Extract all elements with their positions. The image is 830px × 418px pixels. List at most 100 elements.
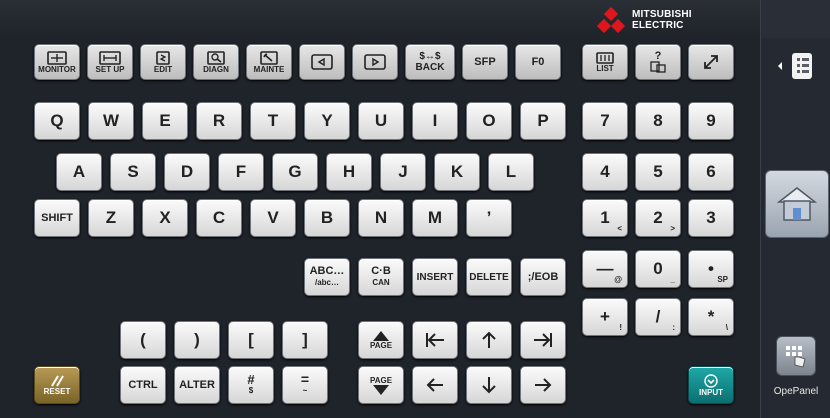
input-key[interactable]: INPUT: [688, 366, 734, 404]
diagn-label: DIAGN: [203, 64, 229, 74]
sfp-key[interactable]: SFP: [462, 44, 508, 80]
list-key[interactable]: LIST: [582, 44, 628, 80]
key-open-bracket[interactable]: [: [228, 321, 274, 359]
key-w[interactable]: W: [88, 102, 134, 140]
key-3[interactable]: 3: [688, 199, 734, 237]
window-help-key[interactable]: ?: [635, 44, 681, 80]
key-d[interactable]: D: [164, 153, 210, 191]
page-down-key[interactable]: PAGE: [358, 366, 404, 404]
side-top-strip: [761, 0, 830, 38]
list-icon: [596, 51, 614, 64]
key-6[interactable]: 6: [688, 153, 734, 191]
key-open-paren[interactable]: (: [120, 321, 166, 359]
key-z[interactable]: Z: [88, 199, 134, 237]
abc-case-key[interactable]: ABC… /abc…: [304, 258, 350, 296]
key-9[interactable]: 9: [688, 102, 734, 140]
key-close-bracket[interactable]: ]: [282, 321, 328, 359]
menu-back-key[interactable]: [299, 44, 345, 80]
alter-key[interactable]: ALTER: [174, 366, 220, 404]
key-minus[interactable]: — @: [582, 250, 628, 288]
key-plus[interactable]: + !: [582, 298, 628, 336]
key-5[interactable]: 5: [635, 153, 681, 191]
key-y[interactable]: Y: [304, 102, 350, 140]
arrow-right-bar-icon: [534, 333, 552, 347]
maintenance-icon: [260, 50, 278, 65]
key-4[interactable]: 4: [582, 153, 628, 191]
f0-key[interactable]: F0: [515, 44, 561, 80]
home-key[interactable]: [412, 321, 458, 359]
diagn-key[interactable]: DIAGN: [193, 44, 239, 80]
key-j[interactable]: J: [380, 153, 426, 191]
arrow-left-key[interactable]: [412, 366, 458, 404]
key-2-sub: >: [670, 224, 675, 233]
delete-key[interactable]: DELETE: [466, 258, 512, 296]
key-asterisk[interactable]: * \: [688, 298, 734, 336]
opepanel-button[interactable]: [776, 336, 816, 376]
key-close-paren[interactable]: ): [174, 321, 220, 359]
arrow-left-bar-icon: [426, 333, 444, 347]
mainte-key[interactable]: MAINTE: [246, 44, 292, 80]
page-up-key[interactable]: PAGE: [358, 321, 404, 359]
key-x[interactable]: X: [142, 199, 188, 237]
key-v[interactable]: V: [250, 199, 296, 237]
arrow-right-key[interactable]: [520, 366, 566, 404]
key-apostrophe[interactable]: ’: [466, 199, 512, 237]
back-key[interactable]: $↔$ BACK: [405, 44, 455, 80]
key-asterisk-sub: \: [725, 323, 728, 332]
key-8[interactable]: 8: [635, 102, 681, 140]
key-1[interactable]: 1 <: [582, 199, 628, 237]
key-k[interactable]: K: [434, 153, 480, 191]
reset-key[interactable]: RESET: [34, 366, 80, 404]
key-m[interactable]: M: [412, 199, 458, 237]
key-n[interactable]: N: [358, 199, 404, 237]
setup-icon: [99, 50, 121, 65]
insert-key[interactable]: INSERT: [412, 258, 458, 296]
key-plus-sub: !: [619, 323, 622, 332]
key-7[interactable]: 7: [582, 102, 628, 140]
key-2[interactable]: 2 >: [635, 199, 681, 237]
key-u[interactable]: U: [358, 102, 404, 140]
key-i[interactable]: I: [412, 102, 458, 140]
key-0[interactable]: 0 _: [635, 250, 681, 288]
hash-sub: $: [248, 386, 254, 395]
key-s[interactable]: S: [110, 153, 156, 191]
monitor-key[interactable]: MONITOR: [34, 44, 80, 80]
key-q[interactable]: Q: [34, 102, 80, 140]
menu-forward-key[interactable]: [352, 44, 398, 80]
key-slash-main: /: [655, 307, 661, 326]
key-b[interactable]: B: [304, 199, 350, 237]
menu-list-button[interactable]: [765, 46, 827, 86]
list-label: LIST: [596, 63, 614, 73]
key-e[interactable]: E: [142, 102, 188, 140]
equals-key[interactable]: = ~: [282, 366, 328, 404]
key-slash[interactable]: / :: [635, 298, 681, 336]
cb-can-key[interactable]: C·B CAN: [358, 258, 404, 296]
shift-key[interactable]: SHIFT: [34, 199, 80, 237]
key-a[interactable]: A: [56, 153, 102, 191]
end-key[interactable]: [520, 321, 566, 359]
ctrl-key[interactable]: CTRL: [120, 366, 166, 404]
key-h[interactable]: H: [326, 153, 372, 191]
key-t[interactable]: T: [250, 102, 296, 140]
edit-key[interactable]: EDIT: [140, 44, 186, 80]
key-o[interactable]: O: [466, 102, 512, 140]
key-g[interactable]: G: [272, 153, 318, 191]
arrow-up-key[interactable]: [466, 321, 512, 359]
key-c[interactable]: C: [196, 199, 242, 237]
home-button[interactable]: [765, 170, 829, 238]
eob-key[interactable]: ;/EOB: [520, 258, 566, 296]
expand-arrow-icon: [704, 55, 718, 69]
page-up-label: PAGE: [369, 340, 393, 350]
key-l[interactable]: L: [488, 153, 534, 191]
key-minus-main: —: [596, 259, 614, 278]
setup-key[interactable]: SET UP: [87, 44, 133, 80]
hash-main: #: [247, 372, 255, 387]
hash-key[interactable]: # $: [228, 366, 274, 404]
expand-key[interactable]: [688, 44, 734, 80]
key-dot[interactable]: • SP: [688, 250, 734, 288]
input-enter-icon: [704, 373, 718, 388]
key-p[interactable]: P: [520, 102, 566, 140]
arrow-down-key[interactable]: [466, 366, 512, 404]
key-f[interactable]: F: [218, 153, 264, 191]
key-r[interactable]: R: [196, 102, 242, 140]
